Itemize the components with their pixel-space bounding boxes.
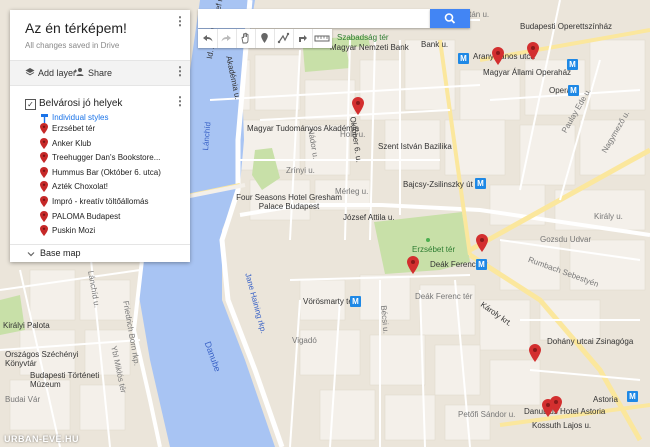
undo-button[interactable] (198, 29, 218, 48)
map-label-vigado: Vigadó (292, 336, 317, 345)
marker-icon (261, 33, 268, 43)
draw-line-button[interactable] (274, 29, 294, 48)
map-label-jozsef-attila: József Attila u. (343, 213, 395, 222)
chevron-down-icon (27, 252, 35, 257)
metro-icon-opera: M (568, 85, 579, 96)
map-label-dohany: Dohány utcai Zsinagóga (547, 337, 634, 346)
map-label-bajcsy: Bajcsy-Zsilinszky út (403, 180, 473, 189)
map-pin-icon[interactable] (492, 47, 504, 65)
search-icon (444, 13, 456, 24)
map-pin-icon (40, 210, 48, 222)
directions-button[interactable] (293, 29, 313, 48)
map-label-budapesti-tort: Budapesti Történeti Múzeum (30, 371, 100, 389)
individual-styles-link[interactable]: Individual styles (52, 113, 108, 122)
metro-icon-astoria: M (627, 391, 638, 402)
map-label-gozsdu: Gozsdu Udvar (540, 235, 592, 244)
map-label-vorosmarty: Vörösmarty tér (303, 297, 356, 306)
map-label-astoria: Astoria (593, 395, 618, 404)
map-pin-icon[interactable] (407, 256, 419, 274)
map-label-petofi: Petőfi Sándor u. (458, 410, 516, 419)
map-pin-icon (40, 123, 48, 134)
add-layer-label: Add layer (38, 68, 77, 78)
measure-icon (314, 35, 330, 42)
map-pin-icon[interactable] (550, 396, 562, 414)
map-label-nemzeti-bank: Magyar Nemzeti Bank (330, 43, 409, 52)
metro-icon-arany-janos: M (458, 53, 469, 64)
map-label-four-seasons: Four Seasons Hotel Gresham Palace Budape… (236, 193, 342, 211)
map-label-deak-street: Deák Ferenc tér (415, 292, 473, 301)
search-input[interactable] (198, 9, 430, 29)
layer-toolbar-kebab-icon[interactable]: ⋮ (174, 65, 186, 77)
map-label-bank-u: Bank u. (421, 40, 449, 49)
metro-icon-deak: M (476, 259, 487, 270)
map-label-kiraly-u: Király u. (594, 212, 623, 221)
undo-icon (203, 35, 213, 42)
watermark-text: URBAN-EVE.HU (4, 434, 80, 444)
place-name: Hummus Bar (Október 6. utca) (52, 167, 161, 177)
hand-icon (241, 32, 249, 44)
layers-icon (25, 68, 35, 76)
map-pin-icon (40, 152, 48, 164)
map-pin-icon (40, 181, 48, 193)
metro-icon-vorosmarty: M (350, 296, 361, 307)
map-label-kiraly: Királyi Palota (3, 321, 50, 330)
place-name: Anker Klub (52, 138, 92, 148)
add-marker-button[interactable] (255, 29, 275, 48)
place-name: PALOMA Budapest (52, 211, 121, 221)
redo-icon (221, 35, 231, 42)
map-pin-icon (40, 137, 48, 149)
map-label-mta: Magyar Tudományos Akadémia (247, 124, 360, 133)
map-label-kossuth: Kossuth Lajos u. (532, 421, 592, 430)
place-name: Azték Choxolat! (52, 182, 109, 192)
layer-name[interactable]: Belvárosi jó helyek (39, 98, 122, 109)
paint-roller-icon (41, 114, 48, 123)
directions-icon (299, 35, 307, 42)
share-label: Share (88, 68, 113, 78)
metro-icon-operett: M (567, 59, 578, 70)
map-label-orszagos: Országos Széchényi Könyvtár (5, 350, 79, 368)
place-name: Treehugger Dan's Bookstore... (52, 153, 161, 163)
map-pin-icon (40, 196, 48, 207)
draw-line-icon (277, 32, 290, 44)
map-label-danubius: Danubius Hotel Astoria (524, 407, 606, 416)
measure-button[interactable] (312, 29, 332, 48)
map-options-kebab-icon[interactable]: ⋮ (174, 15, 186, 27)
map-label-erzsebet-ter: Erzsébet tér (412, 245, 456, 254)
place-name: Erzsébet tér (52, 124, 96, 133)
map-pin-icon (40, 166, 48, 178)
layer-checkbox[interactable]: ✓ (25, 99, 36, 110)
map-pin-icon[interactable] (527, 42, 539, 60)
map-pin-icon[interactable] (352, 97, 364, 115)
layer-options-kebab-icon[interactable]: ⋮ (174, 95, 186, 107)
map-pin-icon[interactable] (529, 344, 541, 362)
save-status: All changes saved in Drive (25, 41, 120, 50)
map-title[interactable]: Az én térképem! (25, 20, 127, 36)
layers-panel: Az én térképem! All changes saved in Dri… (10, 10, 190, 262)
metro-icon-bajcsy: M (475, 178, 486, 189)
place-name: Impró - kreatív töltőállomás (52, 197, 149, 206)
map-label-szabadsag-ter: Szabadság tér (337, 33, 389, 42)
share-button[interactable]: Share (74, 67, 112, 78)
map-label-budai: Budai Vár (5, 395, 41, 404)
search-field[interactable] (204, 10, 428, 29)
select-tool-button[interactable] (236, 29, 256, 48)
map-pin-icon (40, 225, 48, 237)
map-label-zrinyi: Zrínyi u. (286, 166, 315, 175)
place-name: Puskin Mozi (52, 226, 96, 236)
base-map-row[interactable]: Base map (10, 244, 190, 263)
layer-toolbar: Add layer Share ⋮ (10, 60, 190, 86)
map-toolbar (198, 29, 332, 48)
base-map-label: Base map (40, 248, 81, 258)
map-label-bazilika: Szent István Bazilika (378, 142, 452, 151)
map-pin-icon[interactable] (476, 234, 488, 252)
map-label-allami-opera: Magyar Állami Operaház (483, 68, 572, 77)
add-person-icon (74, 68, 84, 76)
add-layer-button[interactable]: Add layer (25, 67, 76, 78)
map-label-operett: Budapesti Operettszínház (520, 22, 613, 31)
redo-button[interactable] (217, 29, 237, 48)
search-button[interactable] (430, 9, 470, 28)
